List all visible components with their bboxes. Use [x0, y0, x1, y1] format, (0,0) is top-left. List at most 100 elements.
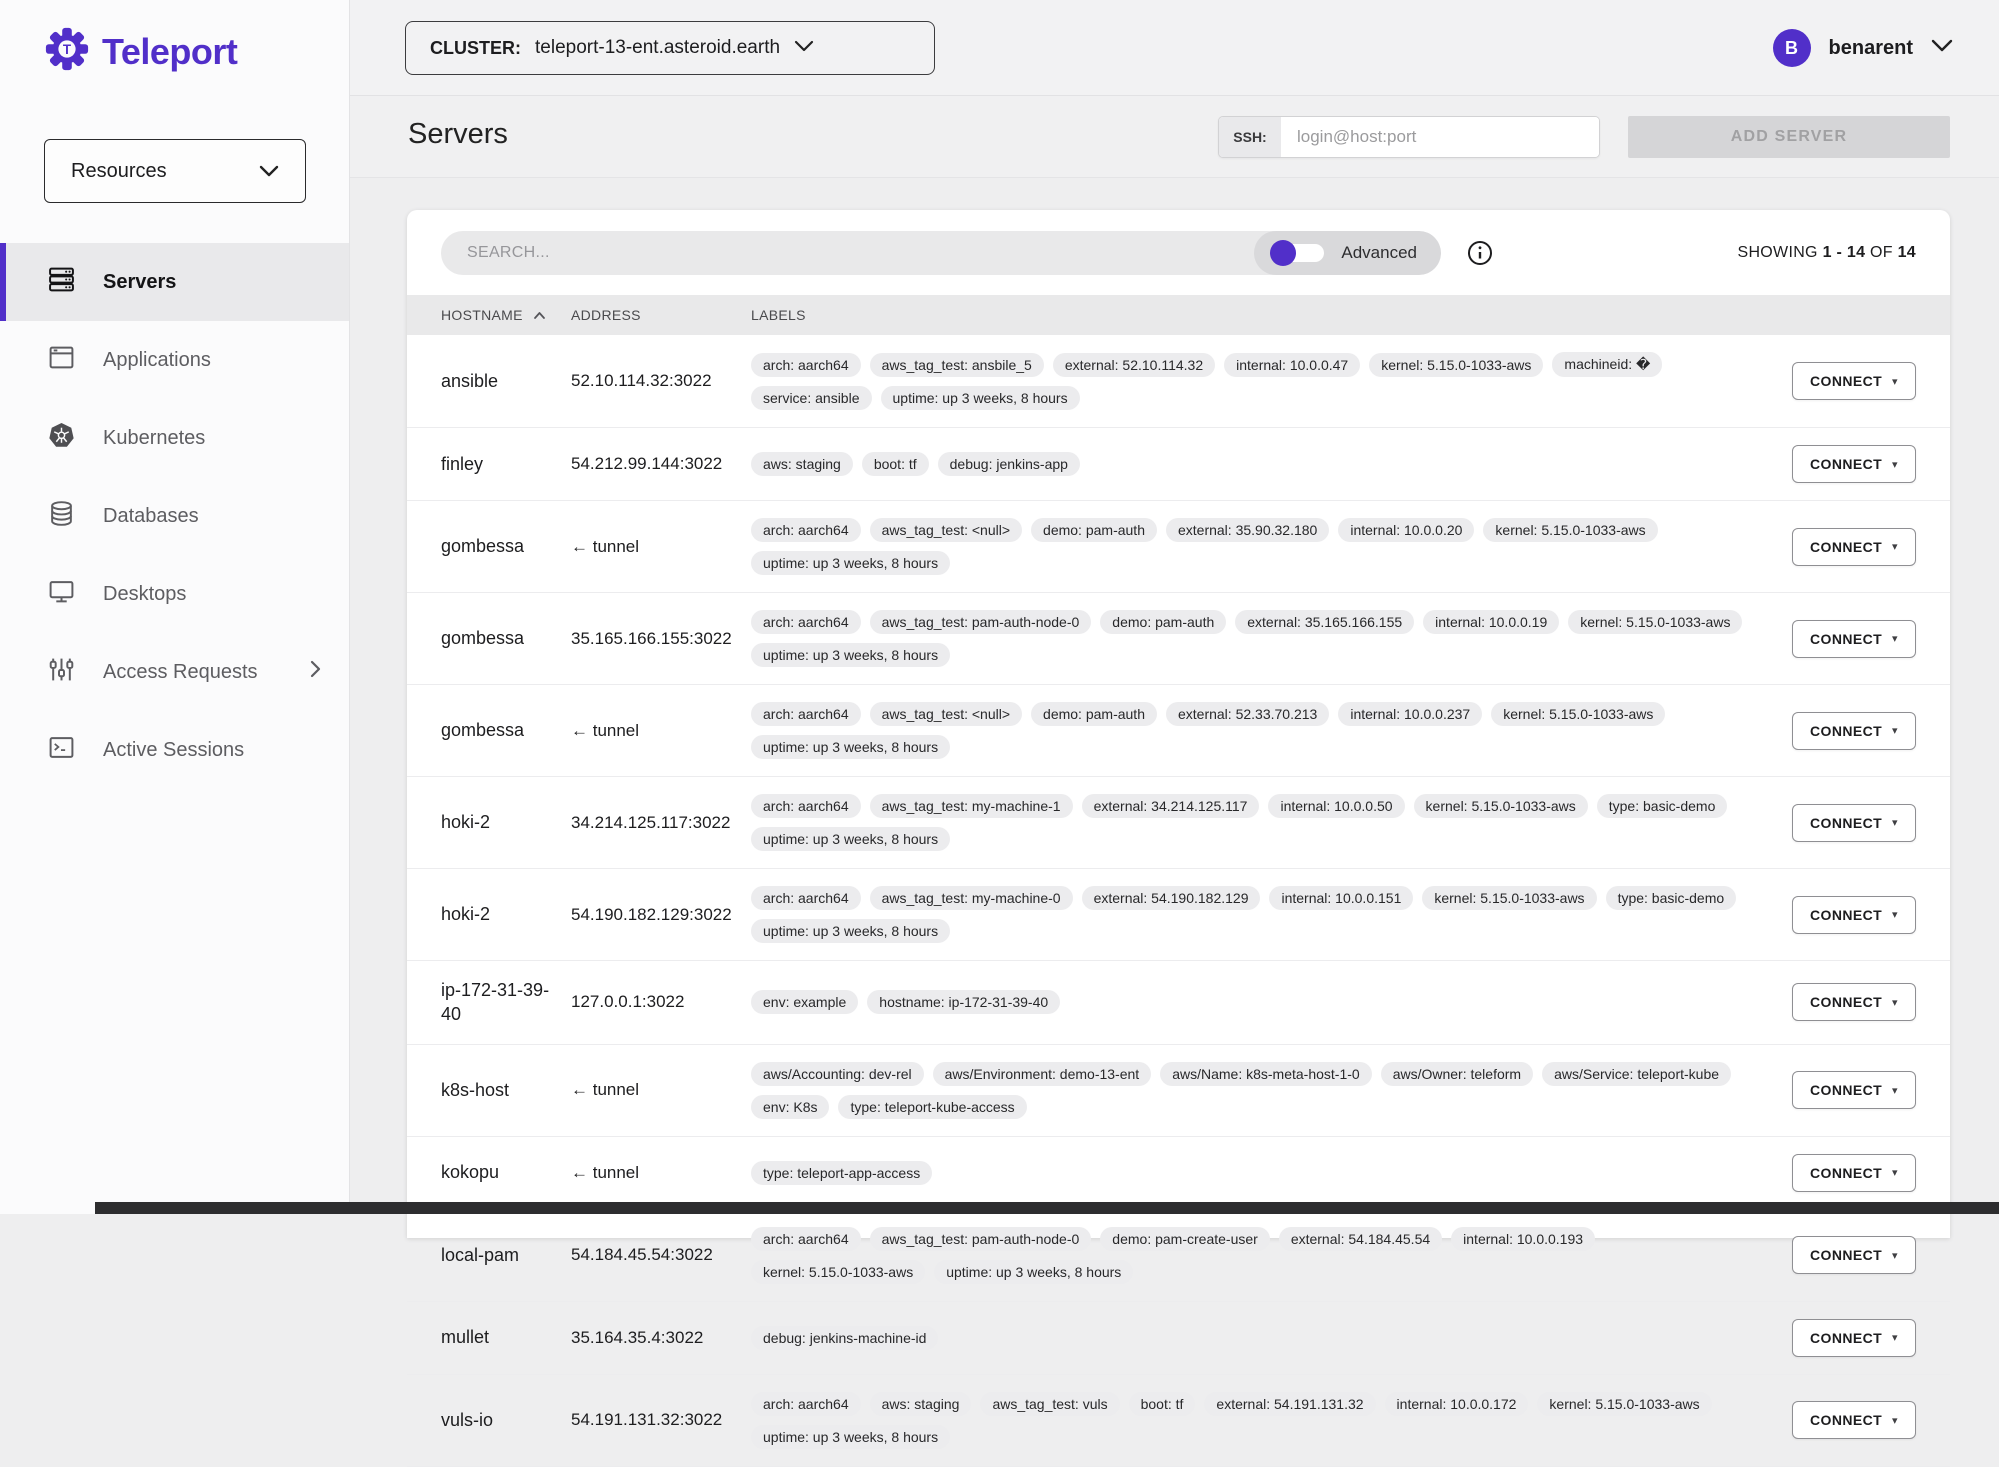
label-chip: env: K8s	[751, 1094, 830, 1119]
ssh-input[interactable]	[1281, 117, 1599, 157]
labels-cell: arch: aarch64 aws_tag_test: my-machine-0 e…	[751, 886, 1766, 943]
resources-dropdown[interactable]: Resources	[44, 139, 306, 203]
label-chip: uptime: up 3 weeks, 8 hours	[751, 735, 951, 759]
connect-button[interactable]: CONNECT ▾	[1792, 527, 1916, 566]
labels-cell: arch: aarch64 aws_tag_test: pam-auth-node…	[751, 610, 1766, 667]
label-chip: demo: pam-create-user	[1100, 1226, 1270, 1251]
teleport-logo[interactable]: T Teleport	[0, 0, 349, 77]
connect-label: CONNECT	[1810, 722, 1883, 739]
address-cell: 34.214.125.117:3022	[571, 812, 731, 832]
connect-button[interactable]: CONNECT ▾	[1792, 803, 1916, 842]
column-header-labels[interactable]: LABELS	[751, 307, 1766, 323]
label-chip: aws_tag_test: my-machine-1	[869, 794, 1073, 818]
hostname-cell: finley	[441, 453, 484, 474]
connect-cell: CONNECT ▾	[1766, 983, 1916, 1022]
connect-button[interactable]: CONNECT ▾	[1792, 1401, 1916, 1440]
label-chip: kernel: 5.15.0-1033-aws	[1413, 794, 1588, 818]
dropdown-caret-icon: ▾	[1892, 817, 1898, 829]
table-row: ansible 52.10.114.32:3022 arch: aarch64 aws…	[407, 335, 1950, 428]
label-chip: machineid: �	[1552, 352, 1663, 377]
connect-button[interactable]: CONNECT ▾	[1792, 983, 1916, 1022]
ssh-label: SSH:	[1219, 117, 1281, 157]
connect-button[interactable]: CONNECT ▾	[1792, 711, 1916, 750]
hostname-cell: ansible	[441, 370, 499, 391]
table-row: vuls-io 54.191.131.32:3022 arch: aarch64 aw…	[407, 1375, 1950, 1467]
label-chip: hostname: ip-172-31-39-40	[867, 990, 1061, 1015]
label-chip: type: teleport-app-access	[751, 1160, 933, 1185]
address-cell: 54.212.99.144:3022	[571, 454, 723, 473]
sidebar-item-active-sessions[interactable]: Active Sessions	[0, 711, 349, 789]
kubernetes-icon	[48, 422, 75, 455]
dropdown-caret-icon: ▾	[1892, 1167, 1898, 1180]
address-cell: 35.164.35.4:3022	[571, 1327, 704, 1347]
column-header-hostname[interactable]: HOSTNAME	[441, 307, 571, 323]
sidebar: T Teleport Resources Servers Application…	[0, 0, 350, 1214]
sidebar-nav: Servers Applications Kubernetes Database…	[0, 243, 349, 789]
label-chip: aws/Service: teleport-kube	[1542, 1061, 1732, 1086]
label-chip: arch: aarch64	[751, 886, 861, 910]
connect-button[interactable]: CONNECT ▾	[1792, 1236, 1916, 1275]
sidebar-item-access-requests[interactable]: Access Requests	[0, 633, 349, 711]
label-chip: demo: pam-auth	[1031, 702, 1157, 726]
table-row: kokopu ← tunnel type: teleport-app-access C…	[407, 1137, 1950, 1210]
connect-button[interactable]: CONNECT ▾	[1792, 1318, 1916, 1357]
sidebar-item-databases[interactable]: Databases	[0, 477, 349, 555]
connect-button[interactable]: CONNECT ▾	[1792, 1071, 1916, 1110]
connect-cell: CONNECT ▾	[1766, 527, 1916, 566]
sidebar-item-kubernetes[interactable]: Kubernetes	[0, 399, 349, 477]
address-cell: ← tunnel	[571, 1080, 640, 1100]
search-input[interactable]	[441, 231, 1255, 275]
sidebar-item-label: Desktops	[103, 582, 187, 605]
label-chip: external: 54.191.131.32	[1204, 1391, 1376, 1416]
applications-icon	[48, 344, 75, 377]
desktops-icon	[48, 578, 75, 611]
label-chip: env: example	[751, 990, 859, 1015]
label-chip: aws/Environment: demo-13-ent	[932, 1061, 1152, 1086]
card-toolbar: Advanced SHOWING 1 - 14 OF 14	[407, 210, 1950, 295]
label-chip: service: ansible	[751, 386, 872, 410]
connect-button[interactable]: CONNECT ▾	[1792, 1153, 1916, 1192]
sidebar-item-servers[interactable]: Servers	[0, 243, 349, 321]
label-chip: type: basic-demo	[1605, 886, 1737, 910]
cluster-selector[interactable]: CLUSTER: teleport-13-ent.asteroid.earth	[405, 21, 935, 75]
labels-cell: arch: aarch64 aws_tag_test: <null> demo: p…	[751, 702, 1766, 759]
advanced-search-toggle[interactable]: Advanced	[1254, 231, 1441, 275]
address-cell: 54.190.182.129:3022	[571, 904, 732, 924]
info-icon[interactable]	[1467, 240, 1493, 266]
toggle-knob	[1270, 240, 1297, 266]
servers-icon	[48, 266, 75, 299]
table-row: finley 54.212.99.144:3022 aws: staging boot…	[407, 428, 1950, 501]
column-header-address[interactable]: ADDRESS	[571, 307, 751, 323]
labels-cell: arch: aarch64 aws_tag_test: ansbile_5 exte…	[751, 352, 1766, 410]
connect-label: CONNECT	[1810, 906, 1883, 923]
dropdown-caret-icon: ▾	[1892, 1249, 1898, 1262]
sidebar-item-desktops[interactable]: Desktops	[0, 555, 349, 633]
connect-button[interactable]: CONNECT ▾	[1792, 362, 1916, 400]
label-chip: uptime: up 3 weeks, 8 hours	[751, 551, 951, 575]
sidebar-item-label: Databases	[103, 504, 199, 527]
label-chip: internal: 10.0.0.172	[1384, 1391, 1529, 1416]
table-header: HOSTNAME ADDRESS LABELS	[407, 295, 1950, 335]
label-chip: internal: 10.0.0.50	[1268, 794, 1405, 818]
label-chip: arch: aarch64	[751, 610, 861, 634]
chevron-down-icon	[794, 39, 814, 57]
user-menu[interactable]: B benarent	[1772, 0, 1953, 96]
connect-button[interactable]: CONNECT ▾	[1792, 619, 1916, 658]
label-chip: internal: 10.0.0.47	[1224, 352, 1361, 377]
topbar: CLUSTER: teleport-13-ent.asteroid.earth …	[350, 0, 1999, 96]
advanced-label: Advanced	[1341, 243, 1417, 262]
toggle-switch[interactable]	[1270, 240, 1326, 266]
labels-cell: arch: aarch64 aws: staging aws_tag_test: v…	[751, 1391, 1766, 1449]
label-chip: aws_tag_test: pam-auth-node-0	[869, 1226, 1092, 1251]
label-chip: external: 35.90.32.180	[1165, 518, 1330, 542]
add-server-button[interactable]: ADD SERVER	[1628, 116, 1950, 158]
dropdown-caret-icon: ▾	[1892, 909, 1898, 921]
horizontal-scrollbar[interactable]	[95, 1202, 1999, 1214]
label-chip: uptime: up 3 weeks, 8 hours	[751, 827, 951, 851]
chevron-right-icon	[310, 660, 321, 684]
connect-button[interactable]: CONNECT ▾	[1792, 445, 1916, 483]
sidebar-item-applications[interactable]: Applications	[0, 321, 349, 399]
connect-button[interactable]: CONNECT ▾	[1792, 895, 1916, 934]
label-chip: demo: pam-auth	[1100, 610, 1227, 634]
label-chip: internal: 10.0.0.193	[1451, 1226, 1596, 1251]
